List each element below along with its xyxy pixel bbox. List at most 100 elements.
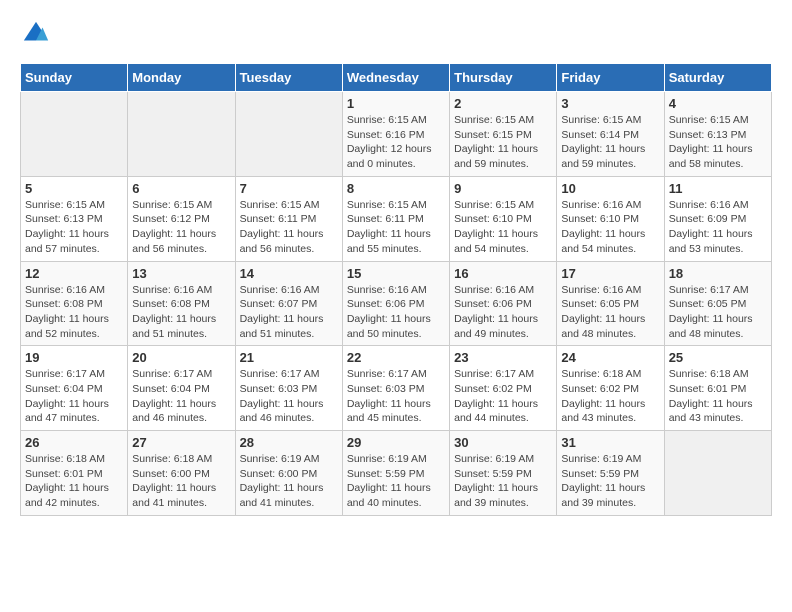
calendar-cell: 10 Sunrise: 6:16 AM Sunset: 6:10 PM Dayli… bbox=[557, 176, 664, 261]
calendar-week-1: 1 Sunrise: 6:15 AM Sunset: 6:16 PM Daylig… bbox=[21, 92, 772, 177]
day-info: Sunrise: 6:18 AM Sunset: 6:01 PM Dayligh… bbox=[669, 367, 767, 426]
calendar-week-3: 12 Sunrise: 6:16 AM Sunset: 6:08 PM Dayli… bbox=[21, 261, 772, 346]
day-number: 5 bbox=[25, 181, 123, 196]
calendar-cell: 6Sunrise: 6:15 AM Sunset: 6:12 PM Daylig… bbox=[128, 176, 235, 261]
day-info: Sunrise: 6:17 AM Sunset: 6:03 PM Dayligh… bbox=[240, 367, 338, 426]
day-info: Sunrise: 6:15 AM Sunset: 6:10 PM Dayligh… bbox=[454, 198, 552, 257]
day-number: 21 bbox=[240, 350, 338, 365]
day-number: 16 bbox=[454, 266, 552, 281]
weekday-header-thursday: Thursday bbox=[450, 64, 557, 92]
calendar-week-4: 19Sunrise: 6:17 AM Sunset: 6:04 PM Dayli… bbox=[21, 346, 772, 431]
calendar-cell: 24 Sunrise: 6:18 AM Sunset: 6:02 PM Dayli… bbox=[557, 346, 664, 431]
day-info: Sunrise: 6:15 AM Sunset: 6:11 PM Dayligh… bbox=[240, 198, 338, 257]
day-info: Sunrise: 6:16 AM Sunset: 6:05 PM Dayligh… bbox=[561, 283, 659, 342]
calendar-cell: 28 Sunrise: 6:19 AM Sunset: 6:00 PM Dayli… bbox=[235, 431, 342, 516]
day-number: 22 bbox=[347, 350, 445, 365]
calendar-cell: 26 Sunrise: 6:18 AM Sunset: 6:01 PM Dayli… bbox=[21, 431, 128, 516]
calendar-table: SundayMondayTuesdayWednesdayThursdayFrid… bbox=[20, 63, 772, 516]
calendar-cell: 5 Sunrise: 6:15 AM Sunset: 6:13 PM Daylig… bbox=[21, 176, 128, 261]
day-number: 17 bbox=[561, 266, 659, 281]
calendar-cell: 9 Sunrise: 6:15 AM Sunset: 6:10 PM Daylig… bbox=[450, 176, 557, 261]
day-number: 8 bbox=[347, 181, 445, 196]
calendar-cell: 13Sunrise: 6:16 AM Sunset: 6:08 PM Dayli… bbox=[128, 261, 235, 346]
day-number: 27 bbox=[132, 435, 230, 450]
calendar-week-5: 26 Sunrise: 6:18 AM Sunset: 6:01 PM Dayli… bbox=[21, 431, 772, 516]
day-info: Sunrise: 6:15 AM Sunset: 6:12 PM Dayligh… bbox=[132, 198, 230, 257]
day-number: 2 bbox=[454, 96, 552, 111]
day-info: Sunrise: 6:18 AM Sunset: 6:00 PM Dayligh… bbox=[132, 452, 230, 511]
calendar-cell: 8Sunrise: 6:15 AM Sunset: 6:11 PM Daylig… bbox=[342, 176, 449, 261]
calendar-cell: 2Sunrise: 6:15 AM Sunset: 6:15 PM Daylig… bbox=[450, 92, 557, 177]
calendar-cell: 15 Sunrise: 6:16 AM Sunset: 6:06 PM Dayli… bbox=[342, 261, 449, 346]
day-number: 1 bbox=[347, 96, 445, 111]
day-number: 3 bbox=[561, 96, 659, 111]
calendar-cell bbox=[128, 92, 235, 177]
calendar-week-2: 5 Sunrise: 6:15 AM Sunset: 6:13 PM Daylig… bbox=[21, 176, 772, 261]
calendar-cell: 21 Sunrise: 6:17 AM Sunset: 6:03 PM Dayli… bbox=[235, 346, 342, 431]
day-info: Sunrise: 6:16 AM Sunset: 6:09 PM Dayligh… bbox=[669, 198, 767, 257]
day-number: 28 bbox=[240, 435, 338, 450]
weekday-header-saturday: Saturday bbox=[664, 64, 771, 92]
calendar-cell: 7 Sunrise: 6:15 AM Sunset: 6:11 PM Daylig… bbox=[235, 176, 342, 261]
calendar-cell: 20 Sunrise: 6:17 AM Sunset: 6:04 PM Dayli… bbox=[128, 346, 235, 431]
day-info: Sunrise: 6:16 AM Sunset: 6:08 PM Dayligh… bbox=[25, 283, 123, 342]
day-number: 24 bbox=[561, 350, 659, 365]
calendar-cell: 18Sunrise: 6:17 AM Sunset: 6:05 PM Dayli… bbox=[664, 261, 771, 346]
calendar-cell: 27 Sunrise: 6:18 AM Sunset: 6:00 PM Dayli… bbox=[128, 431, 235, 516]
calendar-header: SundayMondayTuesdayWednesdayThursdayFrid… bbox=[21, 64, 772, 92]
day-info: Sunrise: 6:15 AM Sunset: 6:14 PM Dayligh… bbox=[561, 113, 659, 172]
day-number: 15 bbox=[347, 266, 445, 281]
day-info: Sunrise: 6:15 AM Sunset: 6:13 PM Dayligh… bbox=[669, 113, 767, 172]
day-number: 13 bbox=[132, 266, 230, 281]
day-number: 11 bbox=[669, 181, 767, 196]
weekday-header-monday: Monday bbox=[128, 64, 235, 92]
day-info: Sunrise: 6:19 AM Sunset: 5:59 PM Dayligh… bbox=[454, 452, 552, 511]
day-info: Sunrise: 6:16 AM Sunset: 6:06 PM Dayligh… bbox=[347, 283, 445, 342]
day-number: 12 bbox=[25, 266, 123, 281]
day-number: 4 bbox=[669, 96, 767, 111]
calendar-cell: 25Sunrise: 6:18 AM Sunset: 6:01 PM Dayli… bbox=[664, 346, 771, 431]
day-info: Sunrise: 6:18 AM Sunset: 6:02 PM Dayligh… bbox=[561, 367, 659, 426]
day-info: Sunrise: 6:19 AM Sunset: 5:59 PM Dayligh… bbox=[347, 452, 445, 511]
weekday-header-wednesday: Wednesday bbox=[342, 64, 449, 92]
day-number: 29 bbox=[347, 435, 445, 450]
day-number: 31 bbox=[561, 435, 659, 450]
calendar-cell: 14 Sunrise: 6:16 AM Sunset: 6:07 PM Dayli… bbox=[235, 261, 342, 346]
calendar-cell: 3 Sunrise: 6:15 AM Sunset: 6:14 PM Daylig… bbox=[557, 92, 664, 177]
weekday-header-tuesday: Tuesday bbox=[235, 64, 342, 92]
day-info: Sunrise: 6:16 AM Sunset: 6:10 PM Dayligh… bbox=[561, 198, 659, 257]
day-number: 23 bbox=[454, 350, 552, 365]
day-info: Sunrise: 6:17 AM Sunset: 6:04 PM Dayligh… bbox=[132, 367, 230, 426]
calendar-cell: 11 Sunrise: 6:16 AM Sunset: 6:09 PM Dayli… bbox=[664, 176, 771, 261]
calendar-cell bbox=[21, 92, 128, 177]
calendar-cell: 1 Sunrise: 6:15 AM Sunset: 6:16 PM Daylig… bbox=[342, 92, 449, 177]
calendar-cell: 4 Sunrise: 6:15 AM Sunset: 6:13 PM Daylig… bbox=[664, 92, 771, 177]
calendar-cell: 19Sunrise: 6:17 AM Sunset: 6:04 PM Dayli… bbox=[21, 346, 128, 431]
day-number: 9 bbox=[454, 181, 552, 196]
day-info: Sunrise: 6:16 AM Sunset: 6:07 PM Dayligh… bbox=[240, 283, 338, 342]
calendar-cell bbox=[235, 92, 342, 177]
calendar-cell: 17 Sunrise: 6:16 AM Sunset: 6:05 PM Dayli… bbox=[557, 261, 664, 346]
weekday-header-friday: Friday bbox=[557, 64, 664, 92]
day-info: Sunrise: 6:19 AM Sunset: 5:59 PM Dayligh… bbox=[561, 452, 659, 511]
weekday-header-sunday: Sunday bbox=[21, 64, 128, 92]
day-number: 20 bbox=[132, 350, 230, 365]
day-number: 26 bbox=[25, 435, 123, 450]
calendar-cell: 22 Sunrise: 6:17 AM Sunset: 6:03 PM Dayli… bbox=[342, 346, 449, 431]
logo-icon bbox=[22, 20, 50, 48]
calendar-cell: 16 Sunrise: 6:16 AM Sunset: 6:06 PM Dayli… bbox=[450, 261, 557, 346]
day-info: Sunrise: 6:17 AM Sunset: 6:04 PM Dayligh… bbox=[25, 367, 123, 426]
day-number: 14 bbox=[240, 266, 338, 281]
day-info: Sunrise: 6:17 AM Sunset: 6:03 PM Dayligh… bbox=[347, 367, 445, 426]
day-info: Sunrise: 6:18 AM Sunset: 6:01 PM Dayligh… bbox=[25, 452, 123, 511]
day-number: 7 bbox=[240, 181, 338, 196]
calendar-cell: 12 Sunrise: 6:16 AM Sunset: 6:08 PM Dayli… bbox=[21, 261, 128, 346]
day-info: Sunrise: 6:17 AM Sunset: 6:02 PM Dayligh… bbox=[454, 367, 552, 426]
day-number: 10 bbox=[561, 181, 659, 196]
calendar-cell: 23 Sunrise: 6:17 AM Sunset: 6:02 PM Dayli… bbox=[450, 346, 557, 431]
day-info: Sunrise: 6:16 AM Sunset: 6:06 PM Dayligh… bbox=[454, 283, 552, 342]
day-info: Sunrise: 6:19 AM Sunset: 6:00 PM Dayligh… bbox=[240, 452, 338, 511]
day-info: Sunrise: 6:15 AM Sunset: 6:16 PM Dayligh… bbox=[347, 113, 445, 172]
day-info: Sunrise: 6:15 AM Sunset: 6:13 PM Dayligh… bbox=[25, 198, 123, 257]
day-info: Sunrise: 6:17 AM Sunset: 6:05 PM Dayligh… bbox=[669, 283, 767, 342]
